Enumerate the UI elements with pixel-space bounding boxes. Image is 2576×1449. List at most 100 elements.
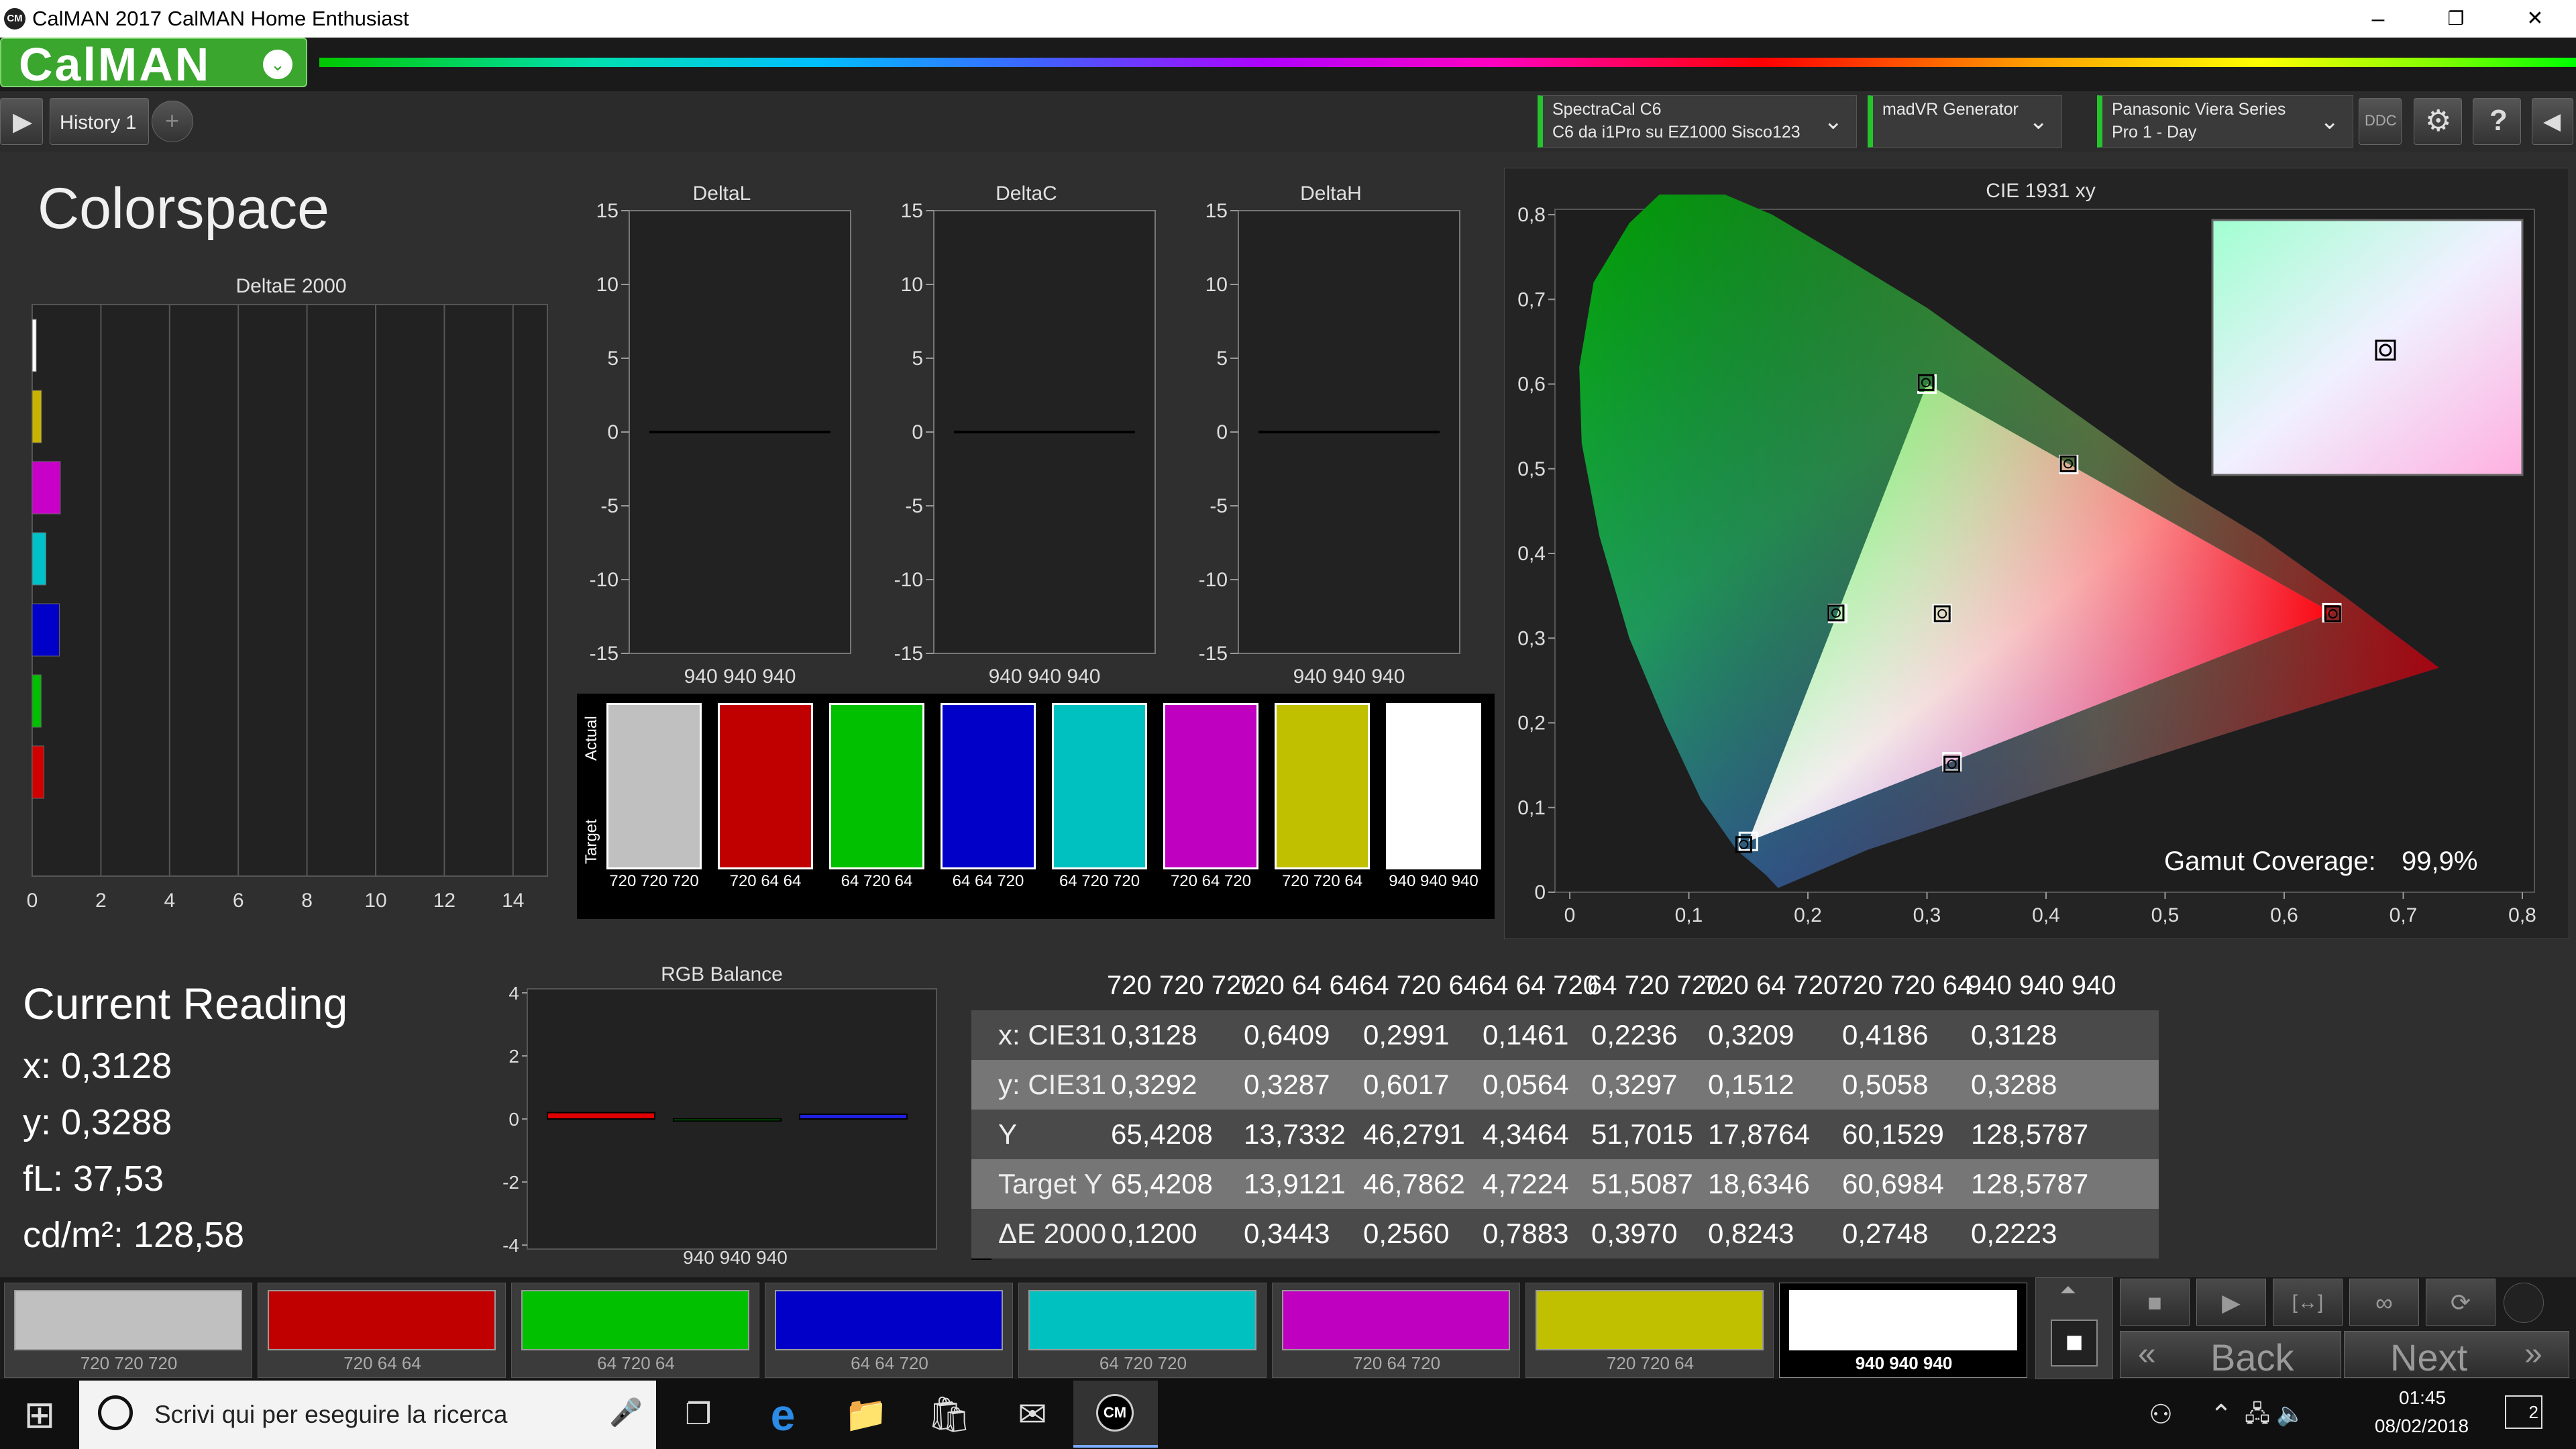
gear-icon: ⚙ xyxy=(2425,105,2452,138)
table-cell: 0,3292 xyxy=(1111,1069,1197,1100)
table-cell: 0,3288 xyxy=(1971,1069,2057,1100)
table-cell: 0,1461 xyxy=(1483,1019,1569,1051)
stop-button[interactable]: ■ xyxy=(2120,1279,2190,1326)
search-input[interactable]: Scrivi qui per eseguire la ricerca 🎤 xyxy=(79,1381,656,1449)
cie-xtick: 0 xyxy=(1564,904,1576,926)
table-cell: 0,4186 xyxy=(1842,1019,1929,1051)
table-cell: 128,5787 xyxy=(1971,1118,2089,1150)
settings-button[interactable]: ⚙ xyxy=(2414,98,2462,145)
cie-xtick: 0,1 xyxy=(1675,904,1703,926)
mic-icon[interactable]: 🎤 xyxy=(609,1397,643,1428)
up-icon[interactable]: ⏶ xyxy=(2060,1279,2076,1302)
rgb-bar xyxy=(673,1118,782,1122)
patch-button[interactable]: 720 720 720 xyxy=(4,1283,252,1378)
delta-ytick: -15 xyxy=(590,643,619,665)
generator-selector[interactable]: madVR Generator ⌄ xyxy=(1868,95,2062,148)
patch-button[interactable]: 720 64 64 xyxy=(258,1283,506,1378)
calman-menu-button[interactable]: CalMAN ⌄ xyxy=(0,38,307,91)
cie-ytick: 0,4 xyxy=(1517,543,1546,565)
swatch-label: 64 720 720 xyxy=(1059,872,1140,890)
workflow-play-button[interactable]: ▶ xyxy=(0,98,43,145)
gamut-coverage-label: Gamut Coverage: xyxy=(2164,847,2376,876)
back-button[interactable]: « Back xyxy=(2120,1331,2341,1379)
minimize-button[interactable]: – xyxy=(2341,3,2415,35)
ddc-button[interactable]: DDC xyxy=(2359,98,2402,145)
cie-ytick: 0,8 xyxy=(1517,204,1546,226)
notification-icon[interactable]: 2 xyxy=(2505,1395,2542,1429)
patch-button[interactable]: 720 64 720 xyxy=(1272,1283,1520,1378)
add-tab-button[interactable]: + xyxy=(152,101,193,142)
delta-ytick: -10 xyxy=(1199,569,1228,591)
rgb-bar xyxy=(799,1113,908,1120)
reading-cdm2: cd/m²: 128,58 xyxy=(23,1215,245,1255)
chevron-down-icon: ⌄ xyxy=(1823,109,1843,134)
table-cell: 18,6346 xyxy=(1708,1168,1810,1199)
help-button[interactable]: ? xyxy=(2473,98,2521,145)
table-cell: 0,3287 xyxy=(1244,1069,1330,1100)
edge-icon[interactable]: e xyxy=(759,1391,806,1438)
loop-button[interactable]: ∞ xyxy=(2349,1279,2419,1326)
table-cell: 0,2236 xyxy=(1591,1019,1678,1051)
task-view-icon[interactable]: ❐ xyxy=(675,1391,722,1438)
patch-color xyxy=(1789,1290,2017,1350)
step-button[interactable]: [↔] xyxy=(2273,1279,2343,1326)
mail-icon[interactable]: ✉ xyxy=(1009,1391,1056,1438)
table-header-cell: 64 720 64 xyxy=(1359,971,1479,1000)
display-selector[interactable]: Panasonic Viera Series Pro 1 - Day ⌄ xyxy=(2097,95,2353,148)
meter-selector[interactable]: SpectraCal C6 C6 da i1Pro su EZ1000 Sisc… xyxy=(1538,95,1857,148)
rgb-balance-chart: 4 2 0 -2 -4 940 940 940 xyxy=(502,983,937,1268)
restore-button[interactable]: ❐ xyxy=(2419,3,2493,35)
table-row-label: x: CIE31 xyxy=(998,1019,1107,1051)
table-cell: 0,8243 xyxy=(1708,1218,1794,1249)
calman-app-icon: CM xyxy=(1096,1394,1134,1432)
table-cell: 0,5058 xyxy=(1842,1069,1929,1100)
clock-time[interactable]: 01:45 xyxy=(2372,1387,2473,1409)
calman-logo: CalMAN xyxy=(19,38,211,91)
stop-measure-button[interactable]: ■ xyxy=(2051,1320,2098,1366)
start-icon[interactable]: ⊞ xyxy=(16,1391,63,1438)
next-button[interactable]: Next » xyxy=(2344,1331,2569,1379)
delta-xlabel: 940 940 940 xyxy=(1293,665,1405,688)
refresh-button[interactable]: ⟳ xyxy=(2426,1279,2496,1326)
page-title: Colorspace xyxy=(38,176,329,241)
table-cell: 60,6984 xyxy=(1842,1168,1944,1199)
file-explorer-icon[interactable]: 📁 xyxy=(843,1391,890,1438)
cie-ytick: 0,3 xyxy=(1517,627,1546,649)
patch-button[interactable]: 64 720 64 xyxy=(511,1283,759,1378)
table-header-cell: 720 64 64 xyxy=(1240,971,1359,1000)
delta-ytick: 15 xyxy=(901,200,923,222)
patch-button[interactable]: 64 720 720 xyxy=(1018,1283,1267,1378)
reading-y: y: 0,3288 xyxy=(23,1102,172,1142)
table-cell: 17,8764 xyxy=(1708,1118,1810,1150)
calman-taskbar-button[interactable]: CM xyxy=(1073,1381,1158,1448)
table-header-cell: 720 64 720 xyxy=(1704,971,1839,1000)
delta-ytick: 0 xyxy=(607,421,619,443)
tab-history-1[interactable]: History 1 xyxy=(50,98,149,145)
table-cell: 0,1200 xyxy=(1111,1218,1197,1249)
store-icon[interactable]: 🛍 xyxy=(926,1391,973,1438)
table-row-label: ΔE 2000 xyxy=(998,1218,1107,1249)
cie-ytick: 0 xyxy=(1534,881,1546,904)
people-icon[interactable]: ⚇ xyxy=(2137,1391,2184,1438)
table-cell: 0,3209 xyxy=(1708,1019,1794,1051)
rgb-ytick: -4 xyxy=(502,1235,519,1256)
swatch-label: 720 64 64 xyxy=(729,872,802,890)
delta-xlabel: 940 940 940 xyxy=(989,665,1101,688)
tray-expand-icon[interactable]: ⌃ xyxy=(2198,1391,2245,1438)
color-swatch xyxy=(1052,703,1147,869)
patch-button[interactable]: 720 720 64 xyxy=(1525,1283,1774,1378)
tray-icons[interactable]: 🖧 🔈 xyxy=(2245,1398,2305,1436)
target-label: Target xyxy=(582,819,600,864)
patch-button[interactable]: 64 64 720 xyxy=(765,1283,1013,1378)
patch-button[interactable]: 940 940 940 xyxy=(1779,1283,2027,1378)
play-button[interactable]: ▶ xyxy=(2196,1279,2266,1326)
clock-date[interactable]: 08/02/2018 xyxy=(2361,1415,2482,1437)
table-cell: 128,5787 xyxy=(1971,1168,2089,1199)
cie-xtick: 0,4 xyxy=(2032,904,2060,926)
table-row: ΔE 2000 0,1200 0,3443 0,2560 0,7883 0,3970 0,8… xyxy=(971,1209,2159,1258)
delta-ytick: 10 xyxy=(1205,274,1228,296)
close-button[interactable]: ✕ xyxy=(2498,3,2572,35)
collapse-panel-button[interactable]: ◀ xyxy=(2532,98,2573,145)
display-profile: Pro 1 - Day xyxy=(2112,123,2197,142)
cie-ytick: 0,1 xyxy=(1517,797,1546,819)
